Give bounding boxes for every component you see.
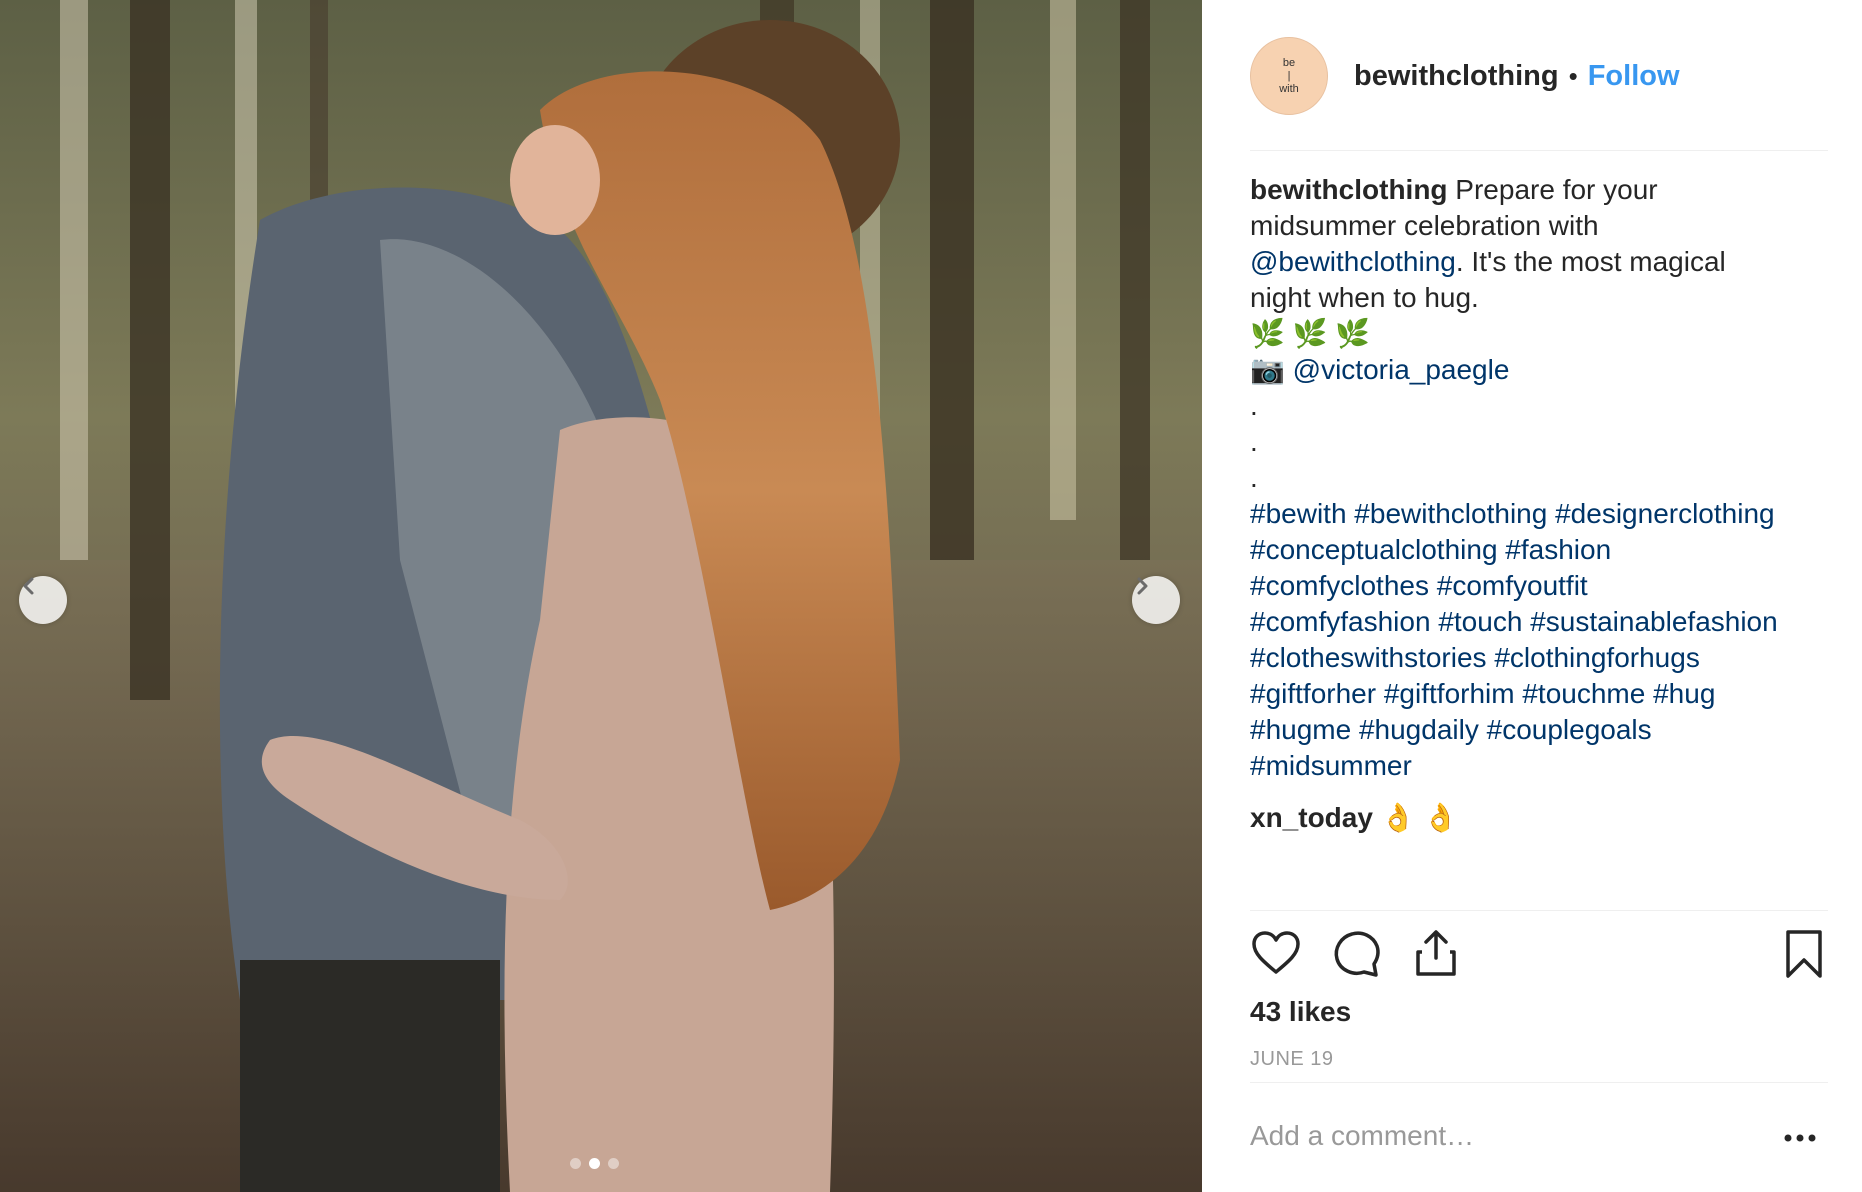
- hashtag[interactable]: #midsummer: [1250, 750, 1412, 781]
- caption-emoji-line: 🌿 🌿 🌿: [1250, 318, 1371, 349]
- add-comment-input[interactable]: [1250, 1120, 1710, 1152]
- post-photo: [0, 0, 1202, 1192]
- heart-icon: [1252, 931, 1300, 974]
- more-options-button[interactable]: [1782, 1130, 1818, 1146]
- comment-bubble-icon: [1334, 931, 1380, 977]
- caption-mention-photographer[interactable]: @victoria_paegle: [1293, 354, 1510, 385]
- chevron-left-icon: [23, 577, 34, 595]
- hashtag[interactable]: #hugdaily: [1359, 714, 1479, 745]
- hashtag[interactable]: #touchme: [1522, 678, 1645, 709]
- carousel-indicator: [570, 1158, 619, 1169]
- avatar-text-line: |: [1287, 69, 1291, 82]
- hashtag[interactable]: #hug: [1653, 678, 1715, 709]
- caption-dot: .: [1250, 390, 1258, 421]
- header-divider: [1250, 150, 1828, 151]
- hashtag[interactable]: #conceptualclothing: [1250, 534, 1498, 565]
- hashtag[interactable]: #fashion: [1505, 534, 1611, 565]
- comment-text: 👌 👌: [1372, 802, 1459, 833]
- hashtag[interactable]: #touch: [1438, 606, 1522, 637]
- carousel-next-button[interactable]: [1132, 576, 1180, 624]
- hashtag[interactable]: #bewith: [1250, 498, 1347, 529]
- hashtag[interactable]: #couplegoals: [1487, 714, 1652, 745]
- like-button[interactable]: [1250, 928, 1302, 980]
- carousel-dot: [570, 1158, 581, 1169]
- carousel-prev-button[interactable]: [19, 576, 67, 624]
- hashtag[interactable]: #comfyfashion: [1250, 606, 1431, 637]
- chevron-right-icon: [1137, 577, 1148, 595]
- avatar[interactable]: be | with: [1250, 37, 1328, 115]
- hashtag[interactable]: #sustainablefashion: [1530, 606, 1778, 637]
- share-icon: [1416, 930, 1456, 976]
- hashtag[interactable]: #comfyclothes: [1250, 570, 1429, 601]
- avatar-text-line: with: [1279, 82, 1299, 95]
- comment-username[interactable]: xn_today: [1250, 802, 1373, 833]
- header-separator: •: [1568, 60, 1578, 91]
- caption-username[interactable]: bewithclothing: [1250, 174, 1448, 205]
- hashtag[interactable]: #hugme: [1250, 714, 1351, 745]
- carousel-dot-active: [589, 1158, 600, 1169]
- follow-button[interactable]: Follow: [1588, 60, 1680, 93]
- carousel-dot: [608, 1158, 619, 1169]
- hashtag[interactable]: #clothingforhugs: [1494, 642, 1699, 673]
- likes-count[interactable]: 43 likes: [1250, 996, 1351, 1028]
- hashtag[interactable]: #giftforher: [1250, 678, 1376, 709]
- post-header: be | with bewithclothing • Follow: [1250, 36, 1828, 116]
- hashtag[interactable]: #giftforhim: [1384, 678, 1515, 709]
- action-bar: [1250, 928, 1828, 982]
- bookmark-icon: [1786, 930, 1822, 978]
- post-caption: bewithclothing Prepare for your midsumme…: [1250, 172, 1840, 784]
- comment-divider: [1250, 1082, 1828, 1083]
- header-username[interactable]: bewithclothing: [1354, 60, 1559, 93]
- post-side-panel: be | with bewithclothing • Follow bewith…: [1202, 0, 1862, 1192]
- camera-emoji: 📷: [1250, 354, 1285, 385]
- comment-item: xn_today 👌 👌: [1250, 800, 1458, 836]
- hashtag[interactable]: #designerclothing: [1555, 498, 1775, 529]
- actions-divider: [1250, 910, 1828, 911]
- caption-dot: .: [1250, 462, 1258, 493]
- caption-dot: .: [1250, 426, 1258, 457]
- save-button[interactable]: [1778, 928, 1830, 980]
- caption-mention[interactable]: @bewithclothing: [1250, 246, 1456, 277]
- avatar-text-line: be: [1282, 56, 1296, 69]
- post-date[interactable]: JUNE 19: [1250, 1048, 1334, 1071]
- hashtag[interactable]: #bewithclothing: [1354, 498, 1547, 529]
- share-button[interactable]: [1410, 928, 1462, 980]
- hashtag[interactable]: #comfyoutfit: [1437, 570, 1588, 601]
- photo-illustration: [0, 0, 1202, 1192]
- more-options-icon: [1784, 1134, 1816, 1142]
- comment-button[interactable]: [1330, 928, 1382, 980]
- hashtag[interactable]: #clotheswithstories: [1250, 642, 1487, 673]
